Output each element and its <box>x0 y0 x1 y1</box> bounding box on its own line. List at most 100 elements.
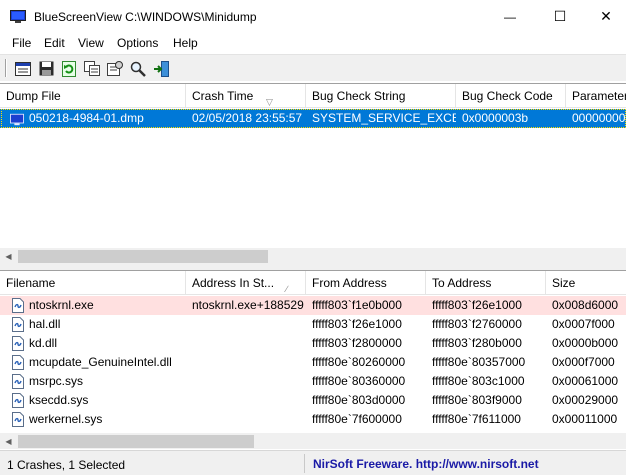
cell-address-in-stack <box>186 372 306 391</box>
html-report-button[interactable] <box>13 59 33 78</box>
minimize-icon: — <box>504 9 516 24</box>
cell-to-address: fffff80e`80357000 <box>432 355 526 369</box>
refresh-button[interactable] <box>59 59 79 78</box>
menu-options[interactable]: Options <box>117 36 158 50</box>
cell-from-address: fffff803`f2800000 <box>312 336 402 350</box>
cell-parameter: 00000000`c <box>572 111 626 125</box>
cell-size: 0x0007f000 <box>552 317 615 331</box>
cell-bug-check-string: SYSTEM_SERVICE_EXCE... <box>312 111 456 125</box>
cell-from-address: fffff80e`803d0000 <box>312 393 406 407</box>
cell-size: 0x008d6000 <box>552 298 619 312</box>
sort-descending-icon: ▽ <box>266 97 273 107</box>
cell-filename: mcupdate_GenuineIntel.dll <box>29 355 172 369</box>
dump-row[interactable]: 050218-4984-01.dmp 02/05/2018 23:55:57 S… <box>0 109 626 128</box>
app-monitor-icon <box>10 10 26 23</box>
col-parameter[interactable]: Parameter <box>566 84 626 108</box>
maximize-icon: ☐ <box>553 8 567 24</box>
cell-size: 0x000f7000 <box>552 355 615 369</box>
exit-button[interactable] <box>151 59 171 78</box>
sort-column-icon: ∕ <box>286 284 288 294</box>
save-icon <box>39 61 53 76</box>
properties-icon <box>107 61 123 76</box>
cell-crash-time: 02/05/2018 23:55:57 <box>192 111 303 125</box>
cell-address-in-stack: ntoskrnl.exe+188529 <box>192 298 304 312</box>
col-crash-time-label: Crash Time <box>192 89 254 103</box>
cell-from-address: fffff80e`80260000 <box>312 355 406 369</box>
cell-from-address: fffff803`f26e1000 <box>312 317 402 331</box>
cell-from-address: fffff803`f1e0b000 <box>312 298 402 312</box>
menu-edit[interactable]: Edit <box>44 36 65 50</box>
driver-row[interactable]: ntoskrnl.exe ntoskrnl.exe+188529 fffff803`… <box>0 296 626 315</box>
cell-to-address: fffff803`f280b000 <box>432 336 522 350</box>
cell-to-address: fffff80e`7f611000 <box>432 412 521 426</box>
menu-help[interactable]: Help <box>173 36 198 50</box>
cell-address-in-stack <box>186 334 306 353</box>
cell-filename: ntoskrnl.exe <box>29 298 94 312</box>
driver-row[interactable]: hal.dll fffff803`f26e1000 fffff803`f276000… <box>0 315 626 334</box>
driver-list-header: Filename Address In St... ∕ From Address… <box>0 271 626 295</box>
dump-list-header: Dump File Crash Time ▽ Bug Check String … <box>0 84 626 108</box>
col-crash-time[interactable]: Crash Time ▽ <box>186 84 306 108</box>
copy-button[interactable] <box>82 59 102 78</box>
refresh-icon <box>62 60 76 77</box>
menu-bar: File Edit View Options Help <box>0 33 626 54</box>
copy-icon <box>84 61 100 76</box>
driver-list-hscrollbar[interactable]: ◀ <box>0 433 626 449</box>
col-to-address[interactable]: To Address <box>426 271 546 295</box>
col-bug-check-code[interactable]: Bug Check Code <box>456 84 566 108</box>
col-address-in-stack-label: Address In St... <box>192 276 275 290</box>
cell-filename: kd.dll <box>29 336 58 350</box>
cell-size: 0x00061000 <box>552 374 619 388</box>
driver-row[interactable]: mcupdate_GenuineIntel.dll fffff80e`802600… <box>0 353 626 372</box>
cell-address-in-stack <box>186 410 306 429</box>
dump-list[interactable]: Dump File Crash Time ▽ Bug Check String … <box>0 83 626 264</box>
col-size[interactable]: Size <box>546 271 626 295</box>
cell-address-in-stack <box>186 353 306 372</box>
cell-size: 0x00029000 <box>552 393 619 407</box>
find-icon <box>130 61 146 77</box>
cell-dump-file: 050218-4984-01.dmp <box>29 111 144 125</box>
driver-row[interactable]: kd.dll fffff803`f2800000 fffff803`f280b000… <box>0 334 626 353</box>
find-button[interactable] <box>128 59 148 78</box>
cell-from-address: fffff80e`80360000 <box>312 374 406 388</box>
close-button[interactable]: ✕ <box>583 0 626 33</box>
col-dump-file[interactable]: Dump File <box>0 84 186 108</box>
menu-view[interactable]: View <box>78 36 104 50</box>
cell-filename: msrpc.sys <box>29 374 83 388</box>
nirsoft-link[interactable]: NirSoft Freeware. http://www.nirsoft.net <box>313 457 539 471</box>
properties-button[interactable] <box>105 59 125 78</box>
driver-row[interactable]: msrpc.sys fffff80e`80360000 fffff80e`803c1… <box>0 372 626 391</box>
toolbar <box>0 54 626 81</box>
scroll-left-arrow-icon[interactable]: ◀ <box>0 248 17 264</box>
cell-bug-check-code: 0x0000003b <box>462 111 529 125</box>
cell-address-in-stack <box>186 391 306 410</box>
cell-to-address: fffff803`f2760000 <box>432 317 522 331</box>
cell-to-address: fffff80e`803c1000 <box>432 374 525 388</box>
minimize-button[interactable]: — <box>487 0 533 33</box>
cell-size: 0x0000b000 <box>552 336 619 350</box>
save-button[interactable] <box>36 59 56 78</box>
driver-row[interactable]: ksecdd.sys fffff80e`803d0000 fffff80e`803f… <box>0 391 626 410</box>
scroll-left-arrow-icon[interactable]: ◀ <box>0 433 17 449</box>
col-bug-check-string[interactable]: Bug Check String <box>306 84 456 108</box>
maximize-button[interactable]: ☐ <box>537 0 583 33</box>
menu-file[interactable]: File <box>12 36 31 50</box>
window-title: BlueScreenView C:\WINDOWS\Minidump <box>34 10 257 24</box>
col-address-in-stack[interactable]: Address In St... ∕ <box>186 271 306 295</box>
html-report-icon <box>15 61 31 76</box>
driver-row[interactable]: werkernel.sys fffff80e`7f600000 fffff80e`7… <box>0 410 626 429</box>
driver-list[interactable]: Filename Address In St... ∕ From Address… <box>0 270 626 449</box>
cell-to-address: fffff803`f26e1000 <box>432 298 522 312</box>
dump-list-hscrollbar[interactable]: ◀ <box>0 248 626 264</box>
status-bar: 1 Crashes, 1 Selected NirSoft Freeware. … <box>0 450 626 475</box>
title-bar[interactable]: BlueScreenView C:\WINDOWS\Minidump — ☐ ✕ <box>0 0 626 33</box>
col-filename[interactable]: Filename <box>0 271 186 295</box>
cell-filename: werkernel.sys <box>29 412 103 426</box>
scroll-thumb[interactable] <box>18 250 268 263</box>
exit-icon <box>154 60 169 77</box>
scroll-thumb[interactable] <box>18 435 254 448</box>
toolbar-grip[interactable] <box>5 59 7 77</box>
col-from-address[interactable]: From Address <box>306 271 426 295</box>
status-summary: 1 Crashes, 1 Selected <box>7 458 126 472</box>
cell-to-address: fffff80e`803f9000 <box>432 393 522 407</box>
